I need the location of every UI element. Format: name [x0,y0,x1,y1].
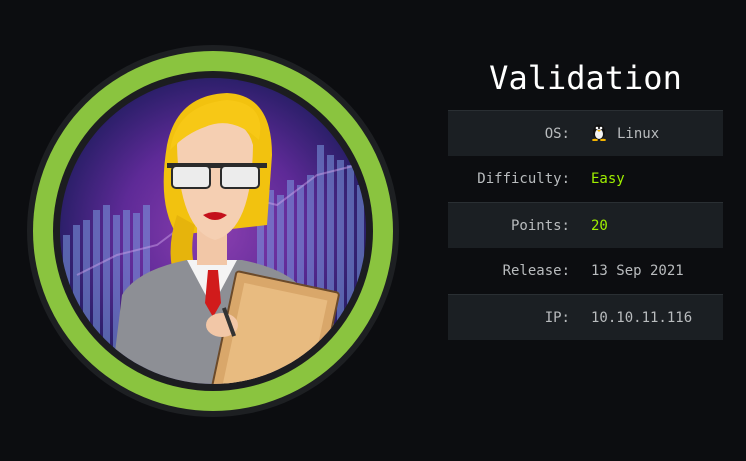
info-row-points: Points: 20 [448,202,723,248]
ip-value: 10.10.11.116 [591,309,693,326]
machine-title: Validation [489,59,682,97]
linux-tux-icon [591,123,607,145]
release-label: Release: [502,263,570,279]
os-value-text: Linux [617,125,660,142]
os-label: OS: [544,125,570,142]
info-row-os: OS: Linux [448,110,723,156]
info-row-ip: IP: 10.10.11.116 [448,294,723,340]
difficulty-value: Easy [591,171,625,187]
points-label: Points: [510,217,570,234]
info-row-release: Release: 13 Sep 2021 [448,248,723,294]
points-value: 20 [591,217,608,234]
difficulty-label: Difficulty: [477,171,570,187]
machine-avatar [27,45,399,417]
validation-avatar-image [27,45,399,417]
info-row-difficulty: Difficulty: Easy [448,156,723,202]
machine-info-table: OS: Linux Difficulty: Easy Points: 20 Re… [448,110,723,340]
ip-label: IP: [544,309,570,326]
os-value: Linux [591,123,659,145]
release-value: 13 Sep 2021 [591,263,684,279]
